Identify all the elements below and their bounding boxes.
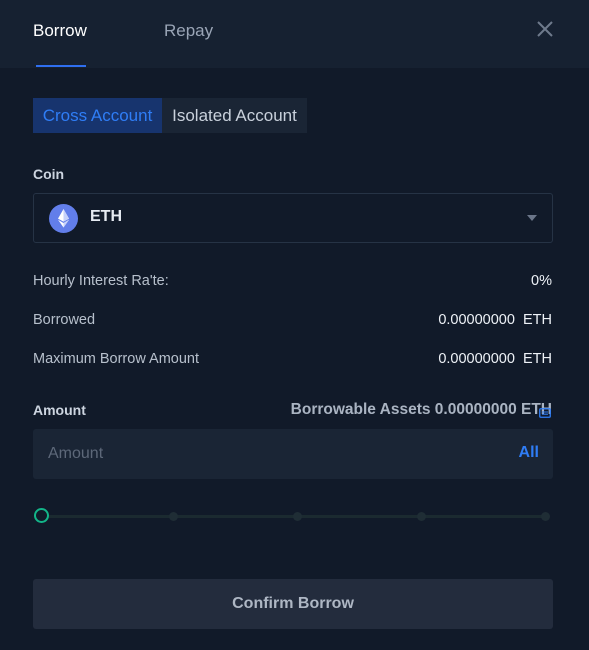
coin-label: Coin [33,166,65,182]
tab-borrow[interactable]: Borrow [33,20,87,42]
max-borrow-value: 0.00000000 ETH [438,351,552,367]
slider-step-75[interactable] [417,512,426,521]
borrowed-value: 0.00000000 ETH [438,312,552,328]
slider-step-50[interactable] [293,512,302,521]
all-button[interactable]: All [519,444,539,462]
amount-label: Amount [33,402,86,418]
tab-repay[interactable]: Repay [164,20,213,42]
slider-step-25[interactable] [169,512,178,521]
hourly-interest-value: 0% [531,273,552,289]
cross-account-button[interactable]: Cross Account [33,98,162,133]
borrowed-label: Borrowed [33,312,96,328]
borrowable-assets: Borrowable Assets 0.00000000 ETH [290,401,552,418]
coin-select[interactable]: ETH [33,193,553,243]
max-borrow-label: Maximum Borrow Amount [33,351,199,367]
account-type-switch: Cross Account Isolated Account [33,98,307,133]
chevron-down-icon [527,215,537,221]
active-tab-indicator [36,65,86,67]
ethereum-icon [49,204,78,233]
borrow-modal: Borrow Repay Cross Account Isolated Acco… [0,0,589,650]
amount-input[interactable] [48,429,468,479]
hourly-interest-label: Hourly Interest Ra'te: [33,273,169,289]
modal-header: Borrow Repay [0,0,589,68]
isolated-account-button[interactable]: Isolated Account [162,98,307,133]
slider-step-100[interactable] [541,512,550,521]
confirm-borrow-button[interactable]: Confirm Borrow [33,579,553,629]
close-icon[interactable] [536,20,554,38]
selected-coin: ETH [90,208,122,225]
transfer-icon[interactable] [539,405,551,418]
slider-handle[interactable] [34,508,49,523]
amount-field: All [33,429,553,479]
